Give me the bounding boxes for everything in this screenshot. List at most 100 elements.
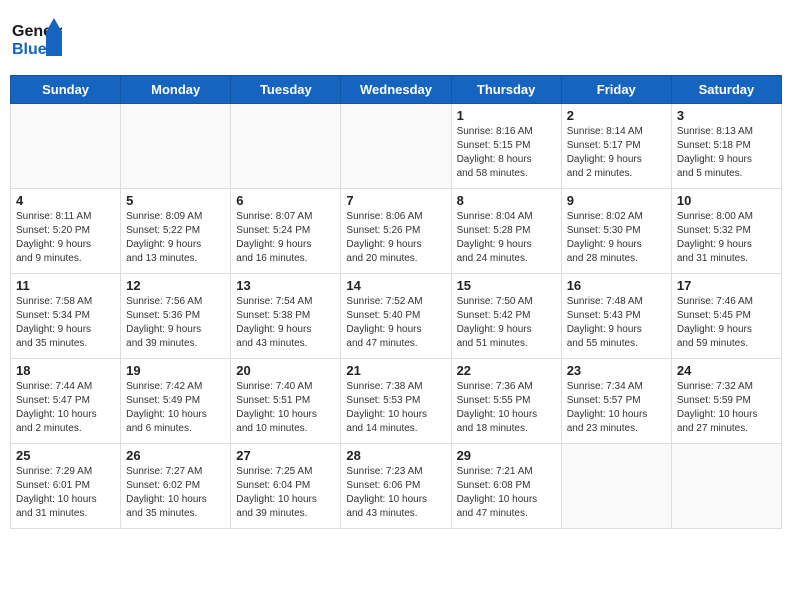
day-cell-3-5: 15 Sunrise: 7:50 AM Sunset: 5:42 PM Dayli…	[451, 274, 561, 359]
day-header-wednesday: Wednesday	[341, 76, 451, 104]
day-info: Sunrise: 7:38 AM Sunset: 5:53 PM Dayligh…	[346, 380, 445, 436]
day-cell-2-3: 6Sunrise: 8:07 AM Sunset: 5:24 PM Daylig…	[231, 189, 341, 274]
day-info: Sunrise: 8:02 AM Sunset: 5:30 PM Dayligh…	[567, 210, 666, 266]
day-cell-1-3	[231, 104, 341, 189]
day-number: 15	[457, 278, 556, 293]
day-info: Sunrise: 8:14 AM Sunset: 5:17 PM Dayligh…	[567, 125, 666, 181]
day-number: 14	[346, 278, 445, 293]
day-number: 25	[16, 448, 115, 463]
logo: General Blue	[10, 14, 62, 67]
day-cell-4-2: 19 Sunrise: 7:42 AM Sunset: 5:49 PM Dayli…	[121, 359, 231, 444]
day-info: Sunrise: 7:21 AM Sunset: 6:08 PM Dayligh…	[457, 465, 556, 521]
day-info: Sunrise: 7:58 AM Sunset: 5:34 PM Dayligh…	[16, 295, 115, 351]
day-cell-3-4: 14 Sunrise: 7:52 AM Sunset: 5:40 PM Dayli…	[341, 274, 451, 359]
week-row-5: 25Sunrise: 7:29 AM Sunset: 6:01 PM Dayli…	[11, 444, 782, 529]
day-number: 23	[567, 363, 666, 378]
day-cell-4-7: 24 Sunrise: 7:32 AM Sunset: 5:59 PM Dayli…	[671, 359, 781, 444]
day-cell-5-3: 27 Sunrise: 7:25 AM Sunset: 6:04 PM Dayli…	[231, 444, 341, 529]
day-cell-3-3: 13 Sunrise: 7:54 AM Sunset: 5:38 PM Dayli…	[231, 274, 341, 359]
week-row-3: 11 Sunrise: 7:58 AM Sunset: 5:34 PM Dayli…	[11, 274, 782, 359]
day-cell-2-5: 8 Sunrise: 8:04 AM Sunset: 5:28 PM Daylig…	[451, 189, 561, 274]
day-number: 20	[236, 363, 335, 378]
day-header-sunday: Sunday	[11, 76, 121, 104]
day-number: 19	[126, 363, 225, 378]
day-info: Sunrise: 8:06 AM Sunset: 5:26 PM Dayligh…	[346, 210, 445, 266]
day-cell-4-1: 18 Sunrise: 7:44 AM Sunset: 5:47 PM Dayli…	[11, 359, 121, 444]
day-info: Sunrise: 7:40 AM Sunset: 5:51 PM Dayligh…	[236, 380, 335, 436]
day-info: Sunrise: 7:52 AM Sunset: 5:40 PM Dayligh…	[346, 295, 445, 351]
day-number: 13	[236, 278, 335, 293]
day-cell-4-5: 22 Sunrise: 7:36 AM Sunset: 5:55 PM Dayli…	[451, 359, 561, 444]
week-row-4: 18 Sunrise: 7:44 AM Sunset: 5:47 PM Dayli…	[11, 359, 782, 444]
day-info: Sunrise: 7:44 AM Sunset: 5:47 PM Dayligh…	[16, 380, 115, 436]
day-info: Sunrise: 8:11 AM Sunset: 5:20 PM Dayligh…	[16, 210, 115, 266]
day-header-monday: Monday	[121, 76, 231, 104]
day-number: 2	[567, 108, 666, 123]
day-number: 26	[126, 448, 225, 463]
day-info: Sunrise: 7:42 AM Sunset: 5:49 PM Dayligh…	[126, 380, 225, 436]
header: General Blue	[10, 10, 782, 67]
week-row-2: 4 Sunrise: 8:11 AM Sunset: 5:20 PM Daylig…	[11, 189, 782, 274]
day-cell-2-1: 4 Sunrise: 8:11 AM Sunset: 5:20 PM Daylig…	[11, 189, 121, 274]
day-number: 29	[457, 448, 556, 463]
day-cell-5-5: 29 Sunrise: 7:21 AM Sunset: 6:08 PM Dayli…	[451, 444, 561, 529]
logo-icon: General Blue	[10, 14, 62, 67]
day-cell-3-1: 11 Sunrise: 7:58 AM Sunset: 5:34 PM Dayli…	[11, 274, 121, 359]
day-info: Sunrise: 7:50 AM Sunset: 5:42 PM Dayligh…	[457, 295, 556, 351]
day-cell-1-1	[11, 104, 121, 189]
day-cell-2-6: 9 Sunrise: 8:02 AM Sunset: 5:30 PM Daylig…	[561, 189, 671, 274]
day-number: 18	[16, 363, 115, 378]
day-number: 21	[346, 363, 445, 378]
day-header-thursday: Thursday	[451, 76, 561, 104]
day-info: Sunrise: 8:09 AM Sunset: 5:22 PM Dayligh…	[126, 210, 225, 266]
day-number: 4	[16, 193, 115, 208]
day-info: Sunrise: 7:25 AM Sunset: 6:04 PM Dayligh…	[236, 465, 335, 521]
day-number: 11	[16, 278, 115, 293]
day-cell-4-4: 21 Sunrise: 7:38 AM Sunset: 5:53 PM Dayli…	[341, 359, 451, 444]
day-number: 12	[126, 278, 225, 293]
day-cell-2-2: 5Sunrise: 8:09 AM Sunset: 5:22 PM Daylig…	[121, 189, 231, 274]
day-info: Sunrise: 7:48 AM Sunset: 5:43 PM Dayligh…	[567, 295, 666, 351]
day-cell-5-4: 28Sunrise: 7:23 AM Sunset: 6:06 PM Dayli…	[341, 444, 451, 529]
day-number: 8	[457, 193, 556, 208]
day-header-tuesday: Tuesday	[231, 76, 341, 104]
day-number: 27	[236, 448, 335, 463]
week-row-1: 1Sunrise: 8:16 AM Sunset: 5:15 PM Daylig…	[11, 104, 782, 189]
calendar-table: SundayMondayTuesdayWednesdayThursdayFrid…	[10, 75, 782, 529]
day-cell-1-2	[121, 104, 231, 189]
day-number: 3	[677, 108, 776, 123]
day-cell-5-6	[561, 444, 671, 529]
day-cell-2-7: 10 Sunrise: 8:00 AM Sunset: 5:32 PM Dayli…	[671, 189, 781, 274]
day-info: Sunrise: 8:16 AM Sunset: 5:15 PM Dayligh…	[457, 125, 556, 181]
day-cell-4-6: 23 Sunrise: 7:34 AM Sunset: 5:57 PM Dayli…	[561, 359, 671, 444]
day-cell-2-4: 7 Sunrise: 8:06 AM Sunset: 5:26 PM Daylig…	[341, 189, 451, 274]
day-number: 10	[677, 193, 776, 208]
day-number: 22	[457, 363, 556, 378]
day-info: Sunrise: 7:54 AM Sunset: 5:38 PM Dayligh…	[236, 295, 335, 351]
day-cell-5-1: 25Sunrise: 7:29 AM Sunset: 6:01 PM Dayli…	[11, 444, 121, 529]
day-cell-3-2: 12Sunrise: 7:56 AM Sunset: 5:36 PM Dayli…	[121, 274, 231, 359]
day-info: Sunrise: 7:34 AM Sunset: 5:57 PM Dayligh…	[567, 380, 666, 436]
day-cell-5-7	[671, 444, 781, 529]
day-info: Sunrise: 7:32 AM Sunset: 5:59 PM Dayligh…	[677, 380, 776, 436]
day-cell-1-4	[341, 104, 451, 189]
day-info: Sunrise: 8:04 AM Sunset: 5:28 PM Dayligh…	[457, 210, 556, 266]
day-cell-5-2: 26 Sunrise: 7:27 AM Sunset: 6:02 PM Dayli…	[121, 444, 231, 529]
day-number: 28	[346, 448, 445, 463]
day-cell-1-7: 3Sunrise: 8:13 AM Sunset: 5:18 PM Daylig…	[671, 104, 781, 189]
day-number: 9	[567, 193, 666, 208]
day-number: 16	[567, 278, 666, 293]
day-cell-3-6: 16 Sunrise: 7:48 AM Sunset: 5:43 PM Dayli…	[561, 274, 671, 359]
day-info: Sunrise: 7:36 AM Sunset: 5:55 PM Dayligh…	[457, 380, 556, 436]
day-headers-row: SundayMondayTuesdayWednesdayThursdayFrid…	[11, 76, 782, 104]
day-info: Sunrise: 8:07 AM Sunset: 5:24 PM Dayligh…	[236, 210, 335, 266]
day-cell-1-6: 2 Sunrise: 8:14 AM Sunset: 5:17 PM Daylig…	[561, 104, 671, 189]
svg-text:Blue: Blue	[12, 41, 47, 58]
day-cell-1-5: 1Sunrise: 8:16 AM Sunset: 5:15 PM Daylig…	[451, 104, 561, 189]
day-cell-3-7: 17Sunrise: 7:46 AM Sunset: 5:45 PM Dayli…	[671, 274, 781, 359]
day-info: Sunrise: 8:00 AM Sunset: 5:32 PM Dayligh…	[677, 210, 776, 266]
day-number: 7	[346, 193, 445, 208]
calendar-body: 1Sunrise: 8:16 AM Sunset: 5:15 PM Daylig…	[11, 104, 782, 529]
day-number: 24	[677, 363, 776, 378]
day-info: Sunrise: 7:27 AM Sunset: 6:02 PM Dayligh…	[126, 465, 225, 521]
